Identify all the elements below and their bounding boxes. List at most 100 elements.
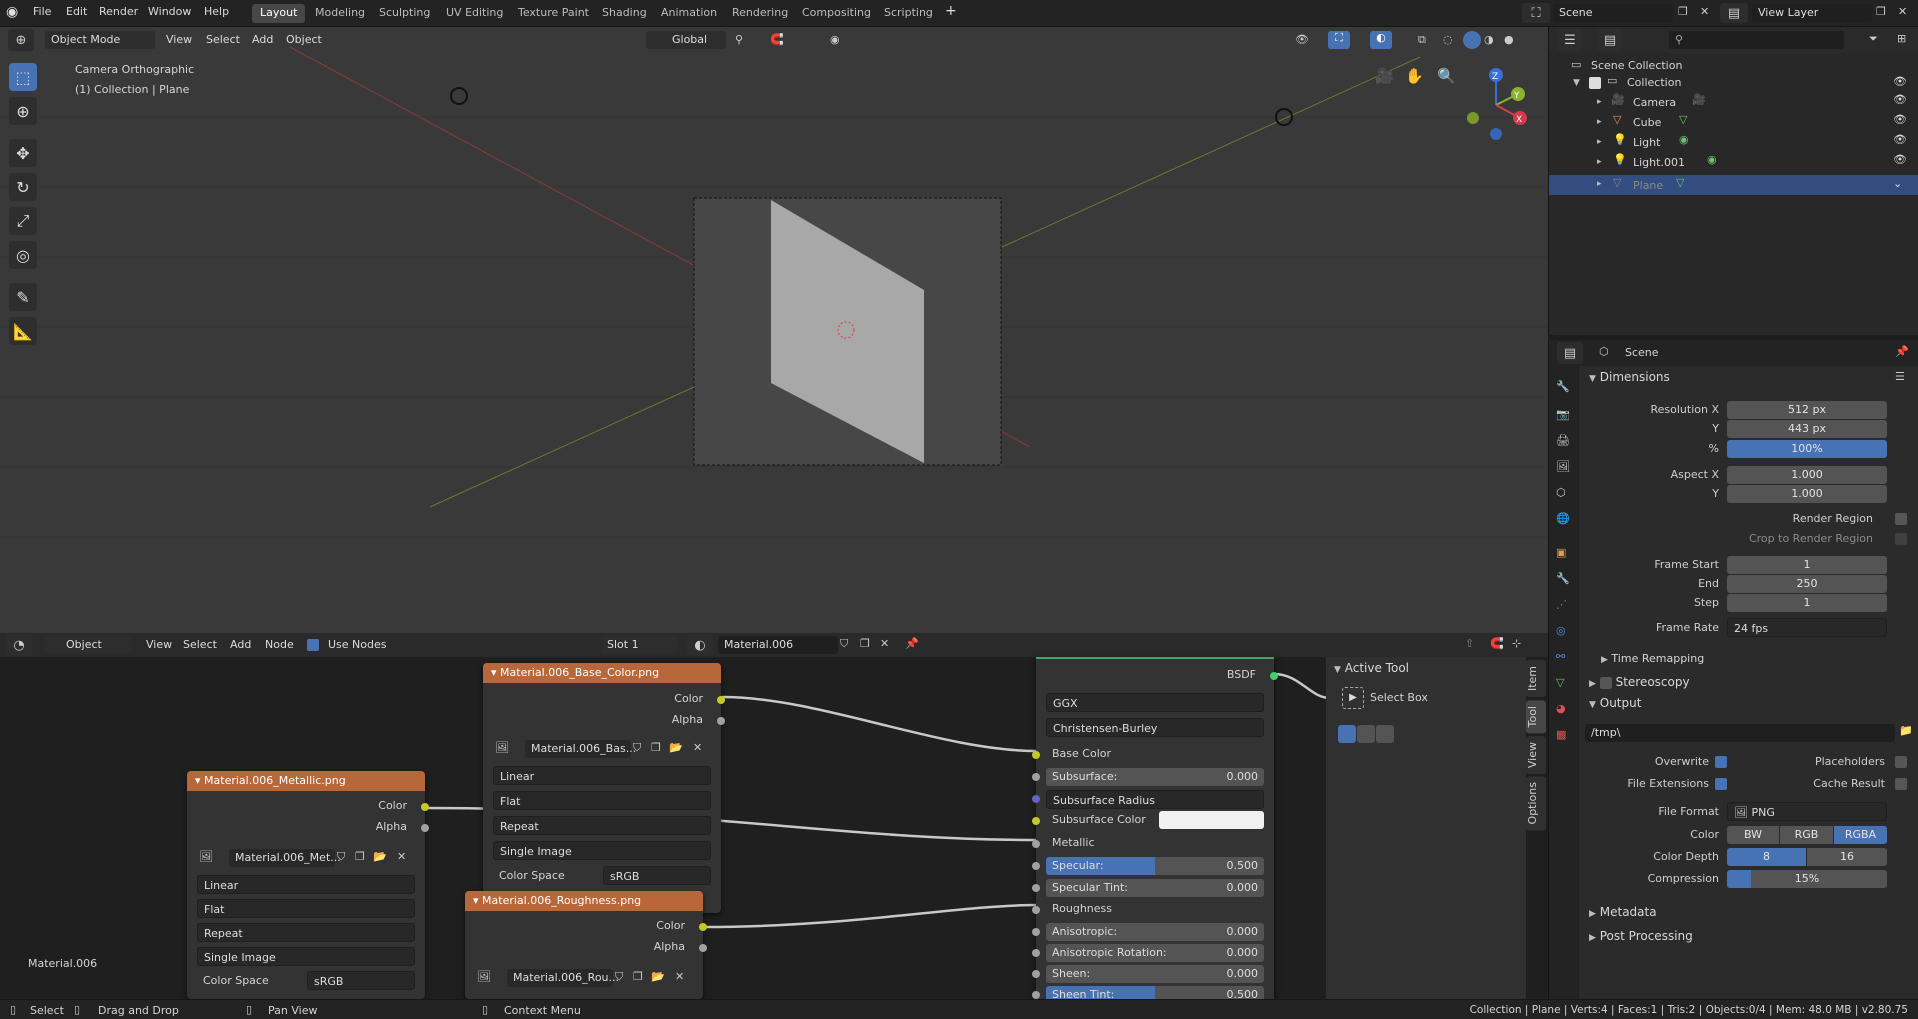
color-depth-8-button[interactable]: 8 — [1727, 848, 1806, 866]
snap-icon[interactable]: 🧲 — [770, 33, 784, 46]
outliner-item-light[interactable]: Light — [1633, 136, 1660, 149]
file-format-dropdown[interactable]: 🖼 PNG — [1727, 802, 1887, 821]
scene-browse-icon[interactable]: ⛶ — [1522, 3, 1550, 23]
sheen-slider[interactable]: Sheen: 0.000 — [1046, 965, 1264, 983]
snap-mode-icon[interactable]: ⊹ — [1512, 637, 1521, 650]
copy-view-layer-icon[interactable]: ❐ — [1876, 5, 1886, 18]
node-roughness-image[interactable]: ▾ Material.006_Roughness.png Color Alpha… — [465, 891, 707, 999]
crop-region-checkbox[interactable] — [1895, 533, 1907, 545]
copy-material-icon[interactable]: ❐ — [860, 637, 870, 650]
plane-hidden-eye-icon[interactable]: ⌄ — [1893, 177, 1902, 190]
projection-dropdown[interactable]: Flat — [493, 791, 711, 810]
tab-sculpting[interactable]: Sculpting — [371, 4, 438, 23]
image-browse-icon[interactable]: 🖼 — [495, 741, 509, 754]
blender-logo-icon[interactable]: ◉ — [6, 4, 24, 22]
overwrite-checkbox[interactable] — [1715, 756, 1727, 768]
viewport-menu-view[interactable]: View — [166, 33, 192, 46]
output-tab-icon[interactable]: 🖨 — [1556, 434, 1570, 447]
resolution-x-field[interactable]: 512 px — [1727, 401, 1887, 419]
frame-end-field[interactable]: 250 — [1727, 575, 1887, 593]
image-browse-icon[interactable]: 🖼 — [199, 850, 213, 863]
overlays-toggle-icon[interactable]: ◐ — [1370, 31, 1392, 49]
sheen-tint-socket[interactable] — [1032, 991, 1040, 999]
fake-user-icon[interactable]: ⛉ — [633, 741, 641, 755]
cache-result-checkbox[interactable] — [1895, 778, 1907, 790]
viewport-menu-select[interactable]: Select — [206, 33, 240, 46]
camera-view-icon[interactable]: 🎥 — [1375, 67, 1394, 85]
modifier-tab-icon[interactable]: 🔧 — [1556, 572, 1570, 585]
subsurface-radius-dropdown[interactable]: Subsurface Radius — [1046, 790, 1264, 809]
aspect-y-field[interactable]: 1.000 — [1727, 485, 1887, 503]
unlink-image-icon[interactable]: ✕ — [693, 741, 702, 754]
light-eye-icon[interactable]: 👁 — [1893, 133, 1907, 146]
sidebar-tab-options[interactable]: Options — [1526, 776, 1546, 831]
outliner-search-input[interactable]: ⚲ — [1669, 31, 1844, 49]
frame-step-field[interactable]: 1 — [1727, 594, 1887, 612]
node-metallic-image[interactable]: ▾ Material.006_Metallic.png Color Alpha … — [187, 771, 429, 999]
light001-data-icon[interactable]: ◉ — [1707, 153, 1717, 166]
subsurface-color-swatch[interactable] — [1159, 811, 1264, 829]
rotate-tool-icon[interactable]: ↻ — [9, 173, 37, 201]
snap-node-icon[interactable]: 🧲 — [1490, 637, 1504, 650]
cube-data-icon[interactable]: ▽ — [1679, 113, 1687, 126]
anisotropic-socket[interactable] — [1032, 928, 1040, 936]
new-collection-icon[interactable]: ⊞ — [1897, 32, 1906, 45]
material-browse-icon[interactable]: ◐ — [687, 634, 713, 656]
filter-icon[interactable]: ⏷ — [1869, 32, 1878, 46]
fake-user-icon[interactable]: ⛉ — [337, 850, 345, 864]
node-menu-node[interactable]: Node — [265, 638, 294, 651]
unlink-material-icon[interactable]: ✕ — [880, 637, 889, 650]
shader-type-dropdown[interactable]: Object — [44, 636, 132, 654]
outliner-item-camera[interactable]: Camera — [1633, 96, 1676, 109]
image-name-field[interactable]: Material.006_Rou... — [507, 969, 619, 987]
extension-dropdown[interactable]: Repeat — [493, 816, 711, 835]
view-layer-field[interactable]: View Layer — [1752, 4, 1872, 22]
particles-tab-icon[interactable]: ⋰ — [1556, 598, 1567, 611]
stereoscopy-checkbox[interactable] — [1599, 676, 1612, 689]
output-color-socket[interactable] — [717, 696, 725, 704]
resolution-y-field[interactable]: 443 px — [1727, 420, 1887, 438]
tab-layout[interactable]: Layout — [252, 4, 306, 23]
open-image-icon[interactable]: 📂 — [651, 970, 665, 983]
cursor-tool-icon[interactable]: ⊕ — [9, 97, 37, 125]
light-expand-icon[interactable]: ▸ — [1597, 137, 1602, 147]
annotate-tool-icon[interactable]: ✎ — [9, 283, 37, 311]
tab-rendering[interactable]: Rendering — [724, 4, 796, 23]
active-tool-header[interactable]: ▼ Active Tool — [1334, 661, 1409, 675]
collection-checkbox[interactable] — [1589, 77, 1601, 89]
resolution-percent-field[interactable]: 100% — [1727, 440, 1887, 458]
node-menu-select[interactable]: Select — [183, 638, 217, 651]
slot-dropdown[interactable]: Slot 1 — [601, 636, 677, 654]
outliner-item-light001[interactable]: Light.001 — [1633, 156, 1685, 169]
frame-start-field[interactable]: 1 — [1727, 556, 1887, 574]
node-title[interactable]: ▾ Material.006_Roughness.png — [465, 891, 703, 911]
metallic-socket[interactable] — [1032, 840, 1040, 848]
properties-editor-type-icon[interactable]: ▤ — [1557, 342, 1583, 364]
frame-rate-dropdown[interactable]: 24 fps — [1727, 618, 1887, 637]
color-rgba-button[interactable]: RGBA — [1834, 826, 1887, 844]
color-space-dropdown[interactable]: sRGB — [603, 866, 711, 885]
output-alpha-socket[interactable] — [699, 944, 707, 952]
tab-texture-paint[interactable]: Texture Paint — [510, 4, 597, 23]
subsurface-socket[interactable] — [1032, 773, 1040, 781]
select-mode-new-icon[interactable] — [1338, 725, 1356, 743]
copy-image-icon[interactable]: ❐ — [651, 741, 661, 754]
node-principled-bsdf[interactable]: BSDF GGX Christensen-Burley Base Color S… — [1032, 657, 1278, 1004]
node-title[interactable]: ▾ Material.006_Base_Color.png — [483, 663, 721, 683]
fake-user-icon[interactable]: ⛉ — [840, 637, 848, 651]
anisotropic-rotation-slider[interactable]: Anisotropic Rotation: 0.000 — [1046, 944, 1264, 962]
subsurface-field[interactable]: Subsurface: 0.000 — [1046, 768, 1264, 786]
physics-tab-icon[interactable]: ◎ — [1556, 624, 1566, 637]
file-extensions-checkbox[interactable] — [1715, 778, 1727, 790]
copy-image-icon[interactable]: ❐ — [633, 970, 643, 983]
scene-tab-icon[interactable]: ⬡ — [1556, 486, 1566, 499]
open-image-icon[interactable]: 📂 — [373, 850, 387, 863]
time-remapping-header[interactable]: ▶ Time Remapping — [1601, 652, 1704, 665]
select-mode-extend-icon[interactable] — [1357, 725, 1375, 743]
measure-tool-icon[interactable]: 📐 — [9, 317, 37, 345]
tab-shading[interactable]: Shading — [594, 4, 655, 23]
color-depth-16-button[interactable]: 16 — [1807, 848, 1887, 866]
post-processing-panel-header[interactable]: ▶ Post Processing — [1589, 929, 1693, 943]
pivot-icon[interactable]: ⚲ — [735, 33, 743, 46]
metadata-panel-header[interactable]: ▶ Metadata — [1589, 905, 1657, 919]
